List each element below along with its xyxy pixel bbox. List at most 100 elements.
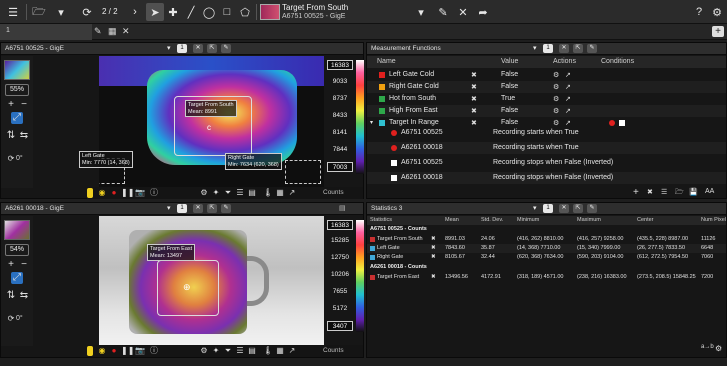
delete-function-icon[interactable]: ✖ (471, 83, 477, 91)
camera-dropdown-icon[interactable]: ▾ (412, 3, 430, 21)
column-header[interactable]: Maximum (577, 217, 601, 223)
panel-dropdown-icon[interactable]: ▾ (533, 204, 537, 212)
fit-view-icon[interactable]: ⤢ (11, 112, 23, 124)
record-icon[interactable]: ● (109, 188, 119, 198)
actions-chart-icon[interactable]: ↗ (565, 95, 571, 103)
annotation-right-gate[interactable]: Right Gate Min: 7634 (620, 368) (225, 153, 282, 170)
refresh-icon[interactable]: ⟳ (78, 3, 96, 21)
delete-function-icon[interactable]: ✖ (471, 95, 477, 103)
statistics-row[interactable]: Right Gate ✖ 8105.67 32.44 (620, 368) 7634.0… (367, 253, 726, 262)
column-header[interactable]: Name (377, 58, 396, 65)
open-folder-icon[interactable]: 🗁 (30, 3, 48, 21)
record-icon[interactable]: ● (109, 346, 119, 356)
annotation-target-from-east[interactable]: Target From East Mean: 13497 (147, 244, 196, 261)
save-icon[interactable]: 💾 (689, 188, 698, 196)
chart-icon[interactable]: ↗ (287, 346, 297, 356)
table-icon[interactable]: ▦ (275, 346, 285, 356)
column-header[interactable]: Std. Dev. (481, 217, 503, 223)
help-icon[interactable]: ? (690, 3, 708, 21)
column-header[interactable]: Mean (445, 217, 459, 223)
close-panel-icon[interactable]: ✕ (193, 204, 203, 213)
zoom-out-icon[interactable]: − (18, 99, 30, 111)
line-tool-icon[interactable]: ╱ (182, 3, 200, 21)
flip-vertical-icon[interactable]: ⇅ (5, 290, 17, 302)
detach-panel-icon[interactable]: ⇱ (573, 204, 583, 213)
close-panel-icon[interactable]: ✕ (559, 44, 569, 53)
sparkle-icon[interactable]: ✦ (211, 346, 221, 356)
palette-icon[interactable]: ▤ (247, 188, 257, 198)
condition-row[interactable]: A6261 00018 Recording starts when True (367, 142, 726, 154)
export-ab-icon[interactable]: a→b (701, 344, 714, 350)
delete-function-icon[interactable]: ✖ (471, 71, 477, 79)
edit-pencil-icon[interactable]: ✎ (434, 3, 452, 21)
marker-icon[interactable] (87, 188, 93, 198)
next-page-icon[interactable]: › (126, 3, 144, 21)
record-target-icon[interactable]: ◉ (97, 346, 107, 356)
actions-chart-icon[interactable]: ↗ (565, 71, 571, 79)
settings-gear-icon[interactable]: ⚙ (199, 346, 209, 356)
settings-gear-icon[interactable]: ⚙ (199, 188, 209, 198)
zoom-level[interactable]: 54% (5, 244, 29, 256)
panel-dropdown-icon[interactable]: ▾ (167, 44, 171, 52)
marker-icon[interactable] (87, 346, 93, 356)
scale-max-value[interactable]: 16383 (327, 220, 353, 230)
statistics-row[interactable]: Left Gate ✖ 7843.60 35.87 (14, 368) 7710.00 (… (367, 244, 726, 253)
right-gate-roi[interactable] (285, 160, 321, 184)
actions-settings-icon[interactable]: ⚙ (553, 71, 559, 79)
statistics-row[interactable]: Target From South ✖ 8991.03 24.06 (416, 262)… (367, 235, 726, 244)
panel-dropdown-icon[interactable]: ▾ (167, 204, 171, 212)
flip-vertical-icon[interactable]: ⇅ (5, 130, 17, 142)
remove-row-icon[interactable]: ✖ (431, 254, 436, 260)
remove-row-icon[interactable]: ✖ (431, 245, 436, 251)
dropdown-chevron-icon[interactable]: ▾ (52, 3, 70, 21)
delete-function-icon[interactable]: ✖ (471, 107, 477, 115)
share-arrow-icon[interactable]: ➦ (474, 3, 492, 21)
hamburger-menu-icon[interactable]: ☰ (4, 3, 22, 21)
image-thumbnail[interactable] (4, 220, 30, 240)
scale-min-value[interactable]: 7003 (327, 162, 353, 172)
camera-snapshot-icon[interactable]: 📷 (135, 346, 145, 356)
camera-thumbnail[interactable] (260, 4, 280, 20)
edit-tab-icon[interactable]: ✎ (94, 26, 102, 37)
column-header[interactable]: Center (637, 217, 654, 223)
remove-row-icon[interactable]: ✖ (431, 236, 436, 242)
camera-snapshot-icon[interactable]: 📷 (135, 188, 145, 198)
edit-panel-icon[interactable]: ✎ (587, 44, 597, 53)
close-x-icon[interactable]: ✕ (454, 3, 472, 21)
flip-horizontal-icon[interactable]: ⇆ (18, 130, 30, 142)
temperature-icon[interactable]: 🌡 (263, 188, 273, 198)
condition-row[interactable]: A6751 00525 Recording stops when False (… (367, 157, 726, 169)
actions-settings-icon[interactable]: ⚙ (553, 119, 559, 127)
fit-view-icon[interactable]: ⤢ (11, 272, 23, 284)
ellipse-tool-icon[interactable]: ◯ (200, 3, 218, 21)
detach-panel-icon[interactable]: ⇱ (207, 44, 217, 53)
column-header[interactable]: Num Pixel (701, 217, 726, 223)
actions-settings-icon[interactable]: ⚙ (553, 83, 559, 91)
rectangle-tool-icon[interactable]: □ (218, 3, 236, 21)
actions-settings-icon[interactable]: ⚙ (553, 95, 559, 103)
zoom-in-icon[interactable]: + (5, 99, 17, 111)
column-header[interactable]: Minimum (517, 217, 539, 223)
grid-layout-icon[interactable]: ▦ (108, 26, 117, 37)
chart-icon[interactable]: ↗ (287, 188, 297, 198)
close-tab-icon[interactable]: ✕ (122, 26, 130, 37)
add-function-icon[interactable]: + (633, 187, 639, 198)
column-header[interactable]: Statistics (370, 217, 392, 223)
actions-chart-icon[interactable]: ↗ (565, 119, 571, 127)
grid-toggle-icon[interactable]: ▤ (339, 204, 346, 212)
zoom-level[interactable]: 55% (5, 84, 29, 96)
tab-1[interactable]: 1 (0, 24, 92, 40)
close-panel-icon[interactable]: ✕ (193, 44, 203, 53)
sliders-icon[interactable]: ☰ (235, 188, 245, 198)
scale-min-value[interactable]: 3407 (327, 321, 353, 331)
flip-horizontal-icon[interactable]: ⇆ (18, 290, 30, 302)
filter-icon[interactable]: ⏷ (223, 346, 233, 356)
measurement-function-row[interactable]: Hot from South ✖ True ⚙ ↗ (367, 93, 726, 105)
annotation-target-from-south[interactable]: Target From South Mean: 8991 (185, 100, 237, 117)
thermal-image[interactable]: ⊕ Target From East Mean: 13497 (99, 216, 324, 346)
edit-panel-icon[interactable]: ✎ (221, 44, 231, 53)
pause-icon[interactable]: ❚❚ (121, 346, 134, 356)
temperature-icon[interactable]: 🌡 (263, 346, 273, 356)
pointer-tool-icon[interactable]: ➤ (146, 3, 164, 21)
table-icon[interactable]: ▦ (275, 188, 285, 198)
